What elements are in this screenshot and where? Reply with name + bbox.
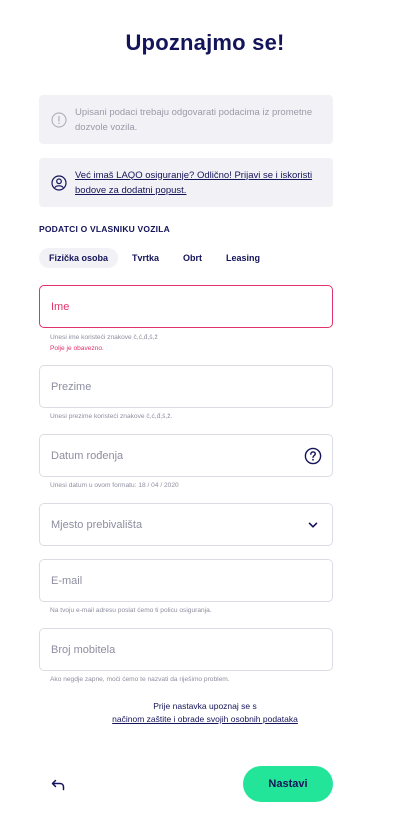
first-name-placeholder: Ime	[51, 300, 70, 313]
privacy-consent: Prije nastavka upoznaj se s načinom zašt…	[0, 700, 410, 726]
first-name-hint: Unesi ime koristeći znakove č,ć,đ,š,ž	[50, 334, 158, 341]
login-promo-card[interactable]: Već imaš LAQO osiguranje? Odlično! Prija…	[39, 158, 333, 207]
tab-fizicka-osoba[interactable]: Fizička osoba	[39, 248, 119, 268]
chevron-down-icon	[308, 522, 318, 528]
info-card: Upisani podaci trebaju odgovarati podaci…	[39, 95, 333, 144]
email-placeholder: E-mail	[51, 574, 83, 587]
birth-date-placeholder: Datum rođenja	[51, 449, 124, 462]
phone-placeholder: Broj mobitela	[51, 643, 116, 656]
first-name-field[interactable]: Ime	[39, 285, 333, 328]
email-field[interactable]: E-mail	[39, 559, 333, 602]
info-icon	[51, 111, 67, 128]
info-card-text: Upisani podaci trebaju odgovarati podaci…	[75, 106, 313, 133]
last-name-placeholder: Prezime	[51, 380, 92, 393]
continue-button[interactable]: Nastavi	[243, 766, 333, 802]
phone-hint: Ako negdje zapne, moći ćemo te nazvati d…	[50, 676, 230, 683]
owner-type-tabs: Fizička osoba Tvrtka Obrt Leasing	[39, 248, 274, 268]
back-arrow-icon[interactable]	[50, 778, 66, 792]
tab-obrt[interactable]: Obrt	[173, 248, 212, 268]
last-name-field[interactable]: Prezime	[39, 365, 333, 408]
birth-date-field[interactable]: Datum rođenja	[39, 434, 333, 477]
tab-tvrtka[interactable]: Tvrtka	[122, 248, 169, 268]
residence-select[interactable]: Mjesto prebivališta	[39, 503, 333, 546]
section-label: PODATCI O VLASNIKU VOZILA	[39, 224, 170, 234]
consent-text: Prije nastavka upoznaj se s	[153, 701, 257, 711]
residence-placeholder: Mjesto prebivališta	[51, 518, 143, 531]
page-title: Upoznajmo se!	[125, 30, 285, 55]
login-promo-link[interactable]: Već imaš LAQO osiguranje? Odlično! Prija…	[75, 168, 323, 198]
last-name-hint: Unesi prezime koristeći znakove č,ć,đ,š,…	[50, 413, 173, 420]
help-circle-icon[interactable]	[304, 447, 322, 465]
tab-leasing[interactable]: Leasing	[216, 248, 270, 268]
privacy-link[interactable]: načinom zaštite i obrade svojih osobnih …	[0, 713, 410, 726]
birth-date-hint: Unesi datum u ovom formatu: 18 / 04 / 20…	[50, 482, 179, 489]
email-hint: Na tvoju e-mail adresu poslat ćemo ti po…	[50, 607, 212, 614]
user-icon	[51, 174, 67, 191]
phone-field[interactable]: Broj mobitela	[39, 628, 333, 671]
first-name-error: Polje je obavezno.	[50, 345, 104, 352]
